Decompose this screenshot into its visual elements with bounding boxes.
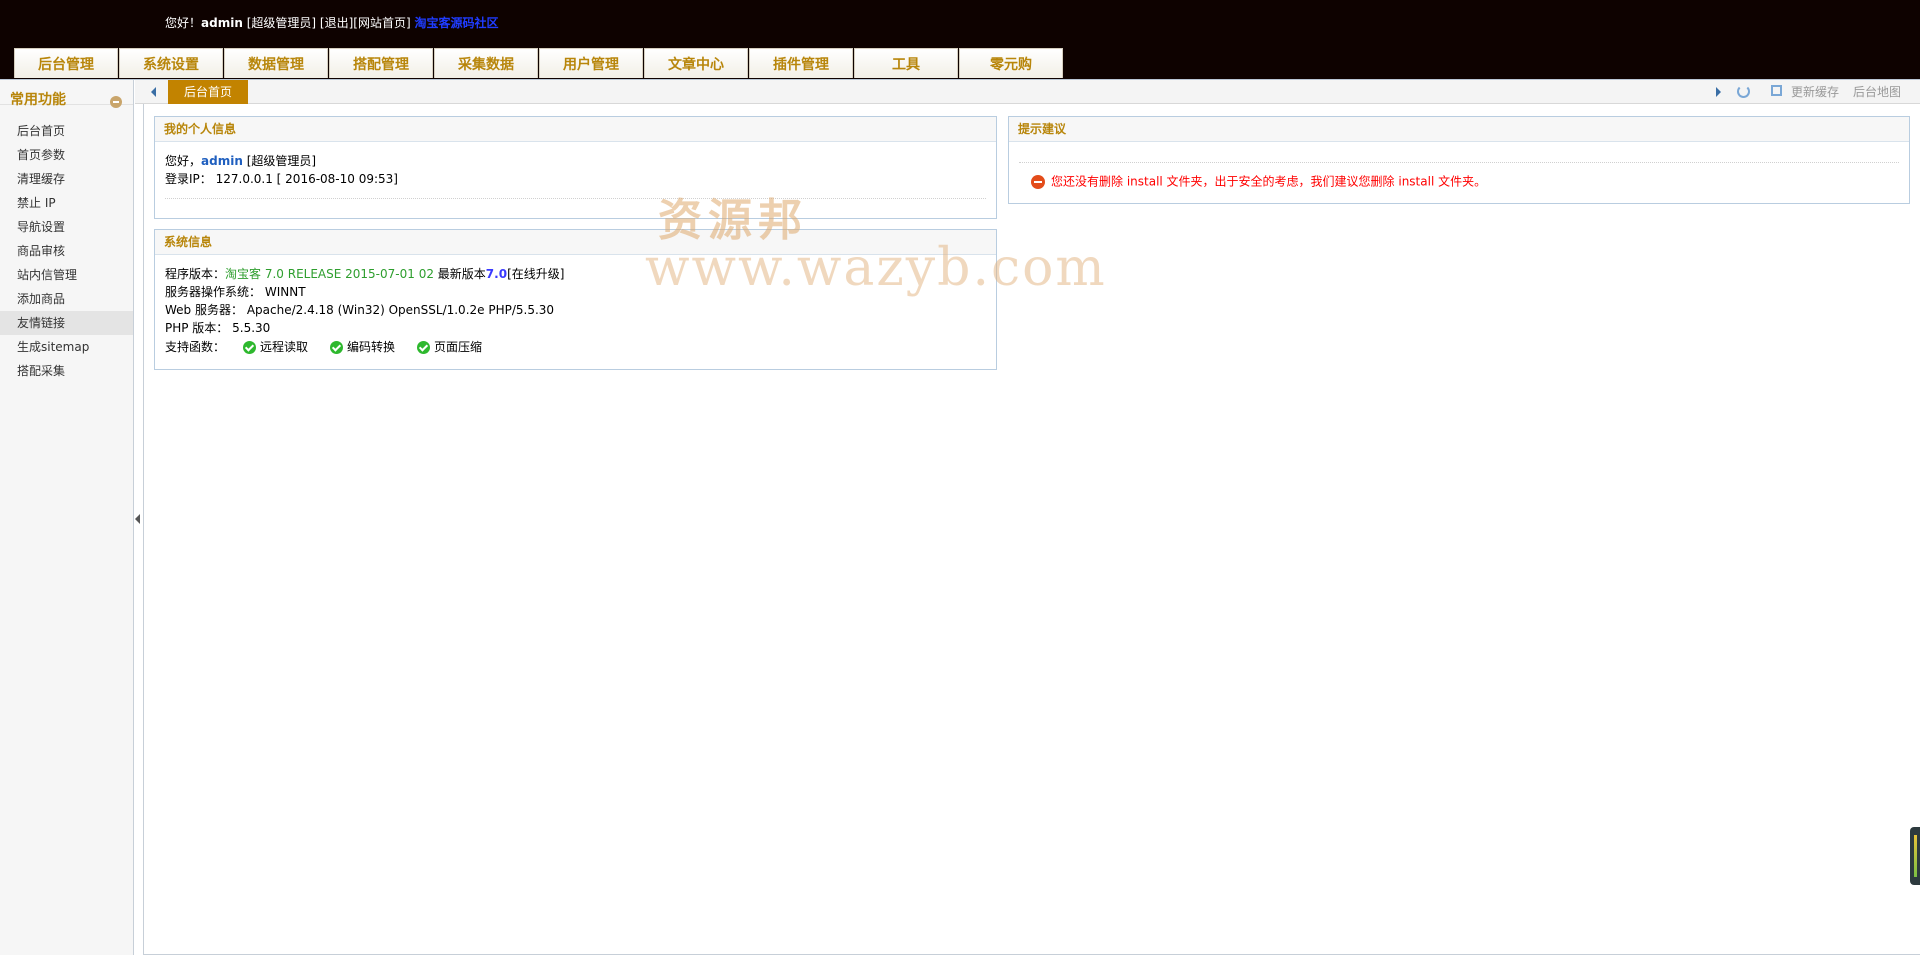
- main-nav: 后台管理 系统设置 数据管理 搭配管理 采集数据 用户管理 文章中心 插件管理 …: [14, 48, 1064, 78]
- func-remote-read: 远程读取: [243, 339, 308, 355]
- sidebar-item-ban-ip[interactable]: 禁止 IP: [0, 191, 133, 215]
- sidebar-item-sitemap[interactable]: 生成sitemap: [0, 335, 133, 359]
- php-version-label: PHP 版本：: [165, 321, 229, 335]
- nav-tab-user-management[interactable]: 用户管理: [539, 48, 643, 78]
- check-icon: [330, 340, 344, 354]
- warning-icon: [1031, 174, 1045, 189]
- collapse-minus-icon[interactable]: [110, 96, 122, 108]
- online-upgrade-link[interactable]: [在线升级]: [507, 267, 564, 281]
- web-server-row: Web 服务器： Apache/2.4.18 (Win32) OpenSSL/1…: [165, 302, 554, 318]
- site-home-link[interactable]: [网站首页]: [353, 16, 410, 30]
- sidebar-item-nav-settings[interactable]: 导航设置: [0, 215, 133, 239]
- php-version-value: 5.5.30: [232, 321, 271, 335]
- nav-tab-backend[interactable]: 后台管理: [14, 48, 118, 78]
- php-version-row: PHP 版本： 5.5.30: [165, 320, 270, 336]
- tab-scroll-right-icon[interactable]: [1716, 87, 1721, 97]
- sidebar-menu: 后台首页 首页参数 清理缓存 禁止 IP 导航设置 商品审核 站内信管理 添加商…: [0, 119, 133, 383]
- personal-hello: 您好，: [165, 154, 202, 168]
- nav-tab-zero-buy[interactable]: 零元购: [959, 48, 1063, 78]
- version-label: 程序版本：: [165, 267, 226, 281]
- check-icon: [243, 340, 257, 354]
- sidebar-item-product-review[interactable]: 商品审核: [0, 239, 133, 263]
- sidebar-item-clear-cache[interactable]: 清理缓存: [0, 167, 133, 191]
- watermark-url: www.wazyb.com: [645, 238, 1107, 298]
- fullscreen-icon[interactable]: [1771, 85, 1782, 96]
- os-value: WINNT: [264, 285, 306, 299]
- personal-role: [超级管理员]: [246, 154, 317, 168]
- nav-tab-tools[interactable]: 工具: [854, 48, 958, 78]
- personal-greeting-row: 您好，admin [超级管理员]: [165, 153, 316, 169]
- web-server-value: Apache/2.4.18 (Win32) OpenSSL/1.0.2e PHP…: [246, 303, 555, 317]
- top-header: 您好！admin [超级管理员] [退出][网站首页] 淘宝客源码社区 后台管理…: [0, 0, 1920, 80]
- version-row: 程序版本：淘宝客 7.0 RELEASE 2015-07-01 02 最新版本7…: [165, 266, 564, 282]
- sidebar-item-friend-links[interactable]: 友情链接: [0, 311, 133, 335]
- sidebar-item-add-product[interactable]: 添加商品: [0, 287, 133, 311]
- download-community-link[interactable]: 淘宝客源码社区: [414, 16, 498, 30]
- personal-info-title: 我的个人信息: [155, 117, 996, 142]
- tips-title: 提示建议: [1009, 117, 1909, 142]
- nav-tab-article-center[interactable]: 文章中心: [644, 48, 748, 78]
- sidebar-item-site-messages[interactable]: 站内信管理: [0, 263, 133, 287]
- user-info-line: 您好！admin [超级管理员] [退出][网站首页] 淘宝客源码社区: [165, 15, 499, 31]
- install-warning-text: 您还没有删除 install 文件夹，出于安全的考虑，我们建议您删除 insta…: [1051, 174, 1487, 189]
- divider: [165, 198, 986, 199]
- func-encoding-convert-label: 编码转换: [347, 340, 396, 354]
- header-role: [超级管理员]: [246, 16, 317, 30]
- backend-map-link[interactable]: 后台地图: [1853, 80, 1901, 104]
- sidebar-item-home-params[interactable]: 首页参数: [0, 143, 133, 167]
- sidebar-header: 常用功能: [0, 80, 133, 108]
- login-ip-label: 登录IP：: [165, 172, 212, 186]
- install-warning-row: 您还没有删除 install 文件夹，出于安全的考虑，我们建议您删除 insta…: [1031, 173, 1486, 190]
- nav-tab-data-management[interactable]: 数据管理: [224, 48, 328, 78]
- check-icon: [417, 340, 431, 354]
- nav-tab-match-management[interactable]: 搭配管理: [329, 48, 433, 78]
- refresh-icon[interactable]: [1737, 85, 1750, 98]
- nav-tab-collect-data[interactable]: 采集数据: [434, 48, 538, 78]
- update-cache-link[interactable]: 更新缓存: [1791, 80, 1839, 104]
- tab-strip: 后台首页 更新缓存 后台地图: [135, 80, 1920, 104]
- header-username: admin: [201, 16, 243, 30]
- login-ip-value: 127.0.0.1 [ 2016-08-10 09:53]: [215, 172, 398, 186]
- content-frame: 我的个人信息 您好，admin [超级管理员] 登录IP： 127.0.0.1 …: [143, 104, 1920, 955]
- support-functions-row: 支持函数： 远程读取 编码转换 页面压缩: [165, 339, 504, 355]
- latest-version-label: 最新版本: [433, 267, 486, 281]
- func-page-compress-label: 页面压缩: [434, 340, 483, 354]
- func-remote-read-label: 远程读取: [260, 340, 309, 354]
- os-row: 服务器操作系统： WINNT: [165, 284, 306, 300]
- greeting-text: 您好！: [165, 16, 202, 30]
- func-encoding-convert: 编码转换: [330, 339, 395, 355]
- sidebar-item-match-collect[interactable]: 搭配采集: [0, 359, 133, 383]
- nav-tab-plugin-management[interactable]: 插件管理: [749, 48, 853, 78]
- personal-username: admin: [201, 154, 243, 168]
- tips-panel: 提示建议 您还没有删除 install 文件夹，出于安全的考虑，我们建议您删除 …: [1008, 116, 1910, 204]
- tab-scroll-left-icon[interactable]: [151, 87, 156, 97]
- os-label: 服务器操作系统：: [165, 285, 262, 299]
- personal-info-panel: 我的个人信息 您好，admin [超级管理员] 登录IP： 127.0.0.1 …: [154, 116, 997, 219]
- nav-tab-system-settings[interactable]: 系统设置: [119, 48, 223, 78]
- sidebar: 常用功能 后台首页 首页参数 清理缓存 禁止 IP 导航设置 商品审核 站内信管…: [0, 80, 134, 955]
- side-floating-widget[interactable]: [1910, 827, 1920, 885]
- login-ip-row: 登录IP： 127.0.0.1 [ 2016-08-10 09:53]: [165, 171, 398, 187]
- func-page-compress: 页面压缩: [417, 339, 482, 355]
- logout-link[interactable]: [退出]: [320, 16, 353, 30]
- divider: [1019, 162, 1899, 163]
- support-functions-label: 支持函数：: [165, 340, 226, 354]
- web-server-label: Web 服务器：: [165, 303, 243, 317]
- sidebar-item-home[interactable]: 后台首页: [0, 119, 133, 143]
- sidebar-title: 常用功能: [10, 92, 66, 108]
- version-value: 淘宝客 7.0 RELEASE 2015-07-01 02: [225, 267, 434, 281]
- sidebar-toggle-arrow-icon[interactable]: [135, 514, 140, 524]
- tab-backend-home[interactable]: 后台首页: [168, 80, 248, 104]
- latest-version-value: 7.0: [485, 267, 508, 281]
